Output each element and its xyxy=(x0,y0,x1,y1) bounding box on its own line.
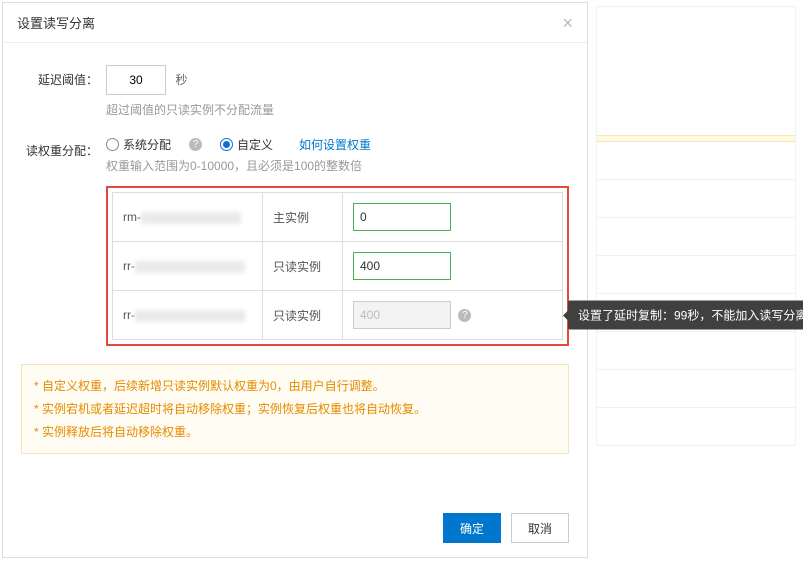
instance-type-cell: 只读实例 xyxy=(263,291,343,340)
row-weight: 读权重分配： 系统分配 ? 自定义 如何设置权重 权重输入范围为0-10000，… xyxy=(21,136,569,346)
radio-icon xyxy=(220,138,233,151)
table-row: rr- 只读实例 xyxy=(113,242,563,291)
instance-type-cell: 只读实例 xyxy=(263,242,343,291)
dialog-title: 设置读写分离 xyxy=(17,13,95,32)
latency-label: 延迟阈值： xyxy=(21,65,106,118)
radio-system-label: 系统分配 xyxy=(123,136,171,153)
tooltip-delay-replication: 设置了延时复制：99秒，不能加入读写分离 xyxy=(568,301,803,330)
dialog-header: 设置读写分离 × xyxy=(3,3,587,43)
weight-cell xyxy=(343,242,563,291)
dialog-body: 延迟阈值： 秒 超过阈值的只读实例不分配流量 读权重分配： 系统分配 ? xyxy=(3,43,587,499)
help-icon[interactable]: ? xyxy=(189,138,202,151)
radio-system[interactable]: 系统分配 xyxy=(106,136,171,153)
latency-input[interactable] xyxy=(106,65,166,95)
table-row: rm- 主实例 xyxy=(113,193,563,242)
dialog-read-write-split: 设置读写分离 × 延迟阈值： 秒 超过阈值的只读实例不分配流量 读权重分配： 系… xyxy=(2,2,588,558)
weight-hint: 权重输入范围为0-10000，且必须是100的整数倍 xyxy=(106,157,569,174)
latency-unit: 秒 xyxy=(175,73,187,87)
notice-line: * 实例宕机或者延迟超时将自动移除权重；实例恢复后权重也将自动恢复。 xyxy=(34,398,556,421)
background-panel xyxy=(596,6,796,446)
row-latency: 延迟阈值： 秒 超过阈值的只读实例不分配流量 xyxy=(21,65,569,118)
weight-input[interactable] xyxy=(353,252,451,280)
weight-cell: ? 设置了延时复制：99秒，不能加入读写分离 xyxy=(343,291,563,340)
instance-id-cell: rr- xyxy=(113,242,263,291)
weight-table-highlight: rm- 主实例 rr- 只读实例 xyxy=(106,186,569,346)
instance-id-cell: rm- xyxy=(113,193,263,242)
link-how-to-set-weight[interactable]: 如何设置权重 xyxy=(299,136,371,153)
weight-input[interactable] xyxy=(353,203,451,231)
help-icon[interactable]: ? xyxy=(458,309,471,322)
instance-id-cell: rr- xyxy=(113,291,263,340)
close-icon[interactable]: × xyxy=(562,14,573,32)
weight-cell xyxy=(343,193,563,242)
cancel-button[interactable]: 取消 xyxy=(511,513,569,543)
latency-hint: 超过阈值的只读实例不分配流量 xyxy=(106,101,569,118)
radio-custom[interactable]: 自定义 xyxy=(220,136,273,153)
weight-label: 读权重分配： xyxy=(21,136,106,346)
radio-icon xyxy=(106,138,119,151)
notice-line: * 实例释放后将自动移除权重。 xyxy=(34,421,556,444)
weight-table: rm- 主实例 rr- 只读实例 xyxy=(112,192,563,340)
dialog-footer: 确定 取消 xyxy=(3,499,587,557)
table-row: rr- 只读实例 ? 设置了延时复制：99秒，不能加入读写分离 xyxy=(113,291,563,340)
radio-custom-label: 自定义 xyxy=(237,136,273,153)
weight-input-disabled xyxy=(353,301,451,329)
notice-line: * 自定义权重，后续新增只读实例默认权重为0，由用户自行调整。 xyxy=(34,375,556,398)
instance-type-cell: 主实例 xyxy=(263,193,343,242)
notice-box: * 自定义权重，后续新增只读实例默认权重为0，由用户自行调整。 * 实例宕机或者… xyxy=(21,364,569,454)
ok-button[interactable]: 确定 xyxy=(443,513,501,543)
